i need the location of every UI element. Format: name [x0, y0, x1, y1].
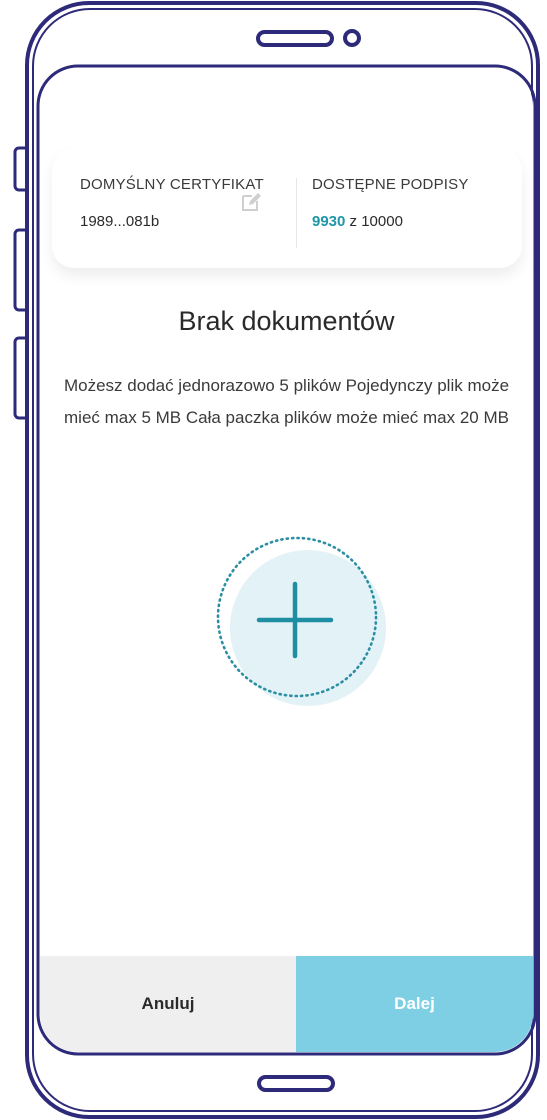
- available-signatures-label: DOSTĘPNE PODPISY: [312, 176, 469, 193]
- available-signatures-value: 9930 z 10000: [312, 213, 512, 230]
- signatures-used-count: 9930: [312, 213, 346, 230]
- app-screen: DOMYŚLNY CERTYFIKAT 1989...081b DOSTĘPNE…: [40, 68, 533, 1052]
- next-button[interactable]: Dalej: [296, 956, 533, 1052]
- available-signatures-section: DOSTĘPNE PODPISY 9930 z 10000: [312, 176, 512, 230]
- empty-state-title: Brak dokumentów: [178, 306, 395, 336]
- signatures-total: z 10000: [349, 213, 403, 230]
- empty-state-description: Możesz dodać jednorazowo 5 plików Pojedy…: [63, 376, 510, 427]
- bottom-actions: Anuluj Dalej: [40, 956, 533, 1052]
- phone-mockup: DOMYŚLNY CERTYFIKAT 1989...081b DOSTĘPNE…: [0, 0, 547, 1120]
- add-document-button[interactable]: [206, 526, 388, 708]
- certificate-card: DOMYŚLNY CERTYFIKAT 1989...081b DOSTĘPNE…: [52, 148, 522, 268]
- pencil-edit-icon[interactable]: [240, 191, 262, 213]
- card-divider: [296, 178, 297, 248]
- default-certificate-value: 1989...081b: [80, 213, 160, 230]
- cancel-button[interactable]: Anuluj: [40, 956, 296, 1052]
